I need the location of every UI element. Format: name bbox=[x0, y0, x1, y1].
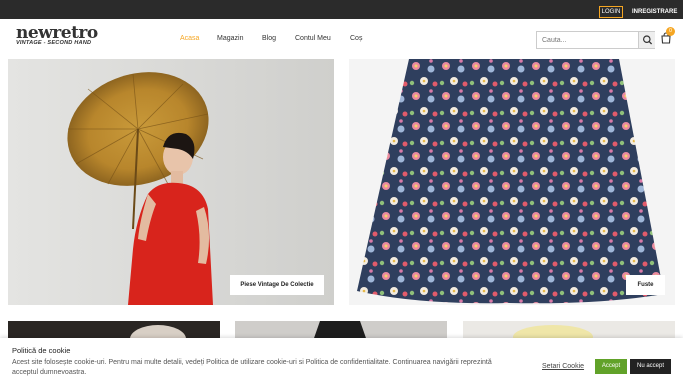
nav-item-cos[interactable]: Coș bbox=[350, 35, 362, 42]
category-tile-vintage[interactable]: Piese Vintage De Colectie bbox=[8, 59, 334, 305]
category-image-vintage bbox=[8, 59, 334, 305]
site-header: newretro VINTAGE - SECOND HAND Acasa Mag… bbox=[0, 19, 683, 59]
logo-tagline: VINTAGE - SECOND HAND bbox=[16, 40, 92, 46]
nav-item-contul-meu[interactable]: Contul Meu bbox=[295, 35, 331, 42]
cookie-reject-button[interactable]: Nu accept bbox=[630, 359, 671, 374]
cookie-banner: Politică de cookie Acest site folosește … bbox=[0, 338, 683, 384]
category-tile-fuste[interactable]: Fuste bbox=[349, 59, 675, 305]
login-button[interactable]: LOGIN bbox=[599, 6, 623, 18]
site-logo[interactable]: newretro VINTAGE - SECOND HAND bbox=[16, 25, 100, 49]
nav-item-magazin[interactable]: Magazin bbox=[217, 35, 243, 42]
nav-item-acasa[interactable]: Acasa bbox=[180, 35, 199, 42]
category-label-fuste[interactable]: Fuste bbox=[626, 275, 665, 295]
search-form bbox=[536, 31, 655, 49]
search-input[interactable] bbox=[537, 32, 638, 48]
cookie-title: Politică de cookie bbox=[12, 346, 71, 355]
cookie-settings-link[interactable]: Setari Cookie bbox=[542, 363, 584, 370]
top-bar: LOGIN INREGISTRARE bbox=[0, 0, 683, 19]
category-image-fuste bbox=[349, 59, 675, 305]
cookie-text: Acest site folosește cookie-uri. Pentru … bbox=[12, 359, 492, 376]
register-link[interactable]: INREGISTRARE bbox=[632, 9, 677, 15]
category-label-vintage[interactable]: Piese Vintage De Colectie bbox=[230, 275, 324, 295]
cart-count-badge: 0 bbox=[666, 27, 675, 36]
search-icon bbox=[643, 35, 653, 45]
cookie-accept-button[interactable]: Accept bbox=[595, 359, 627, 374]
nav-item-blog[interactable]: Blog bbox=[262, 35, 276, 42]
logo-wordmark: newretro bbox=[16, 23, 98, 43]
search-button[interactable] bbox=[638, 32, 655, 48]
